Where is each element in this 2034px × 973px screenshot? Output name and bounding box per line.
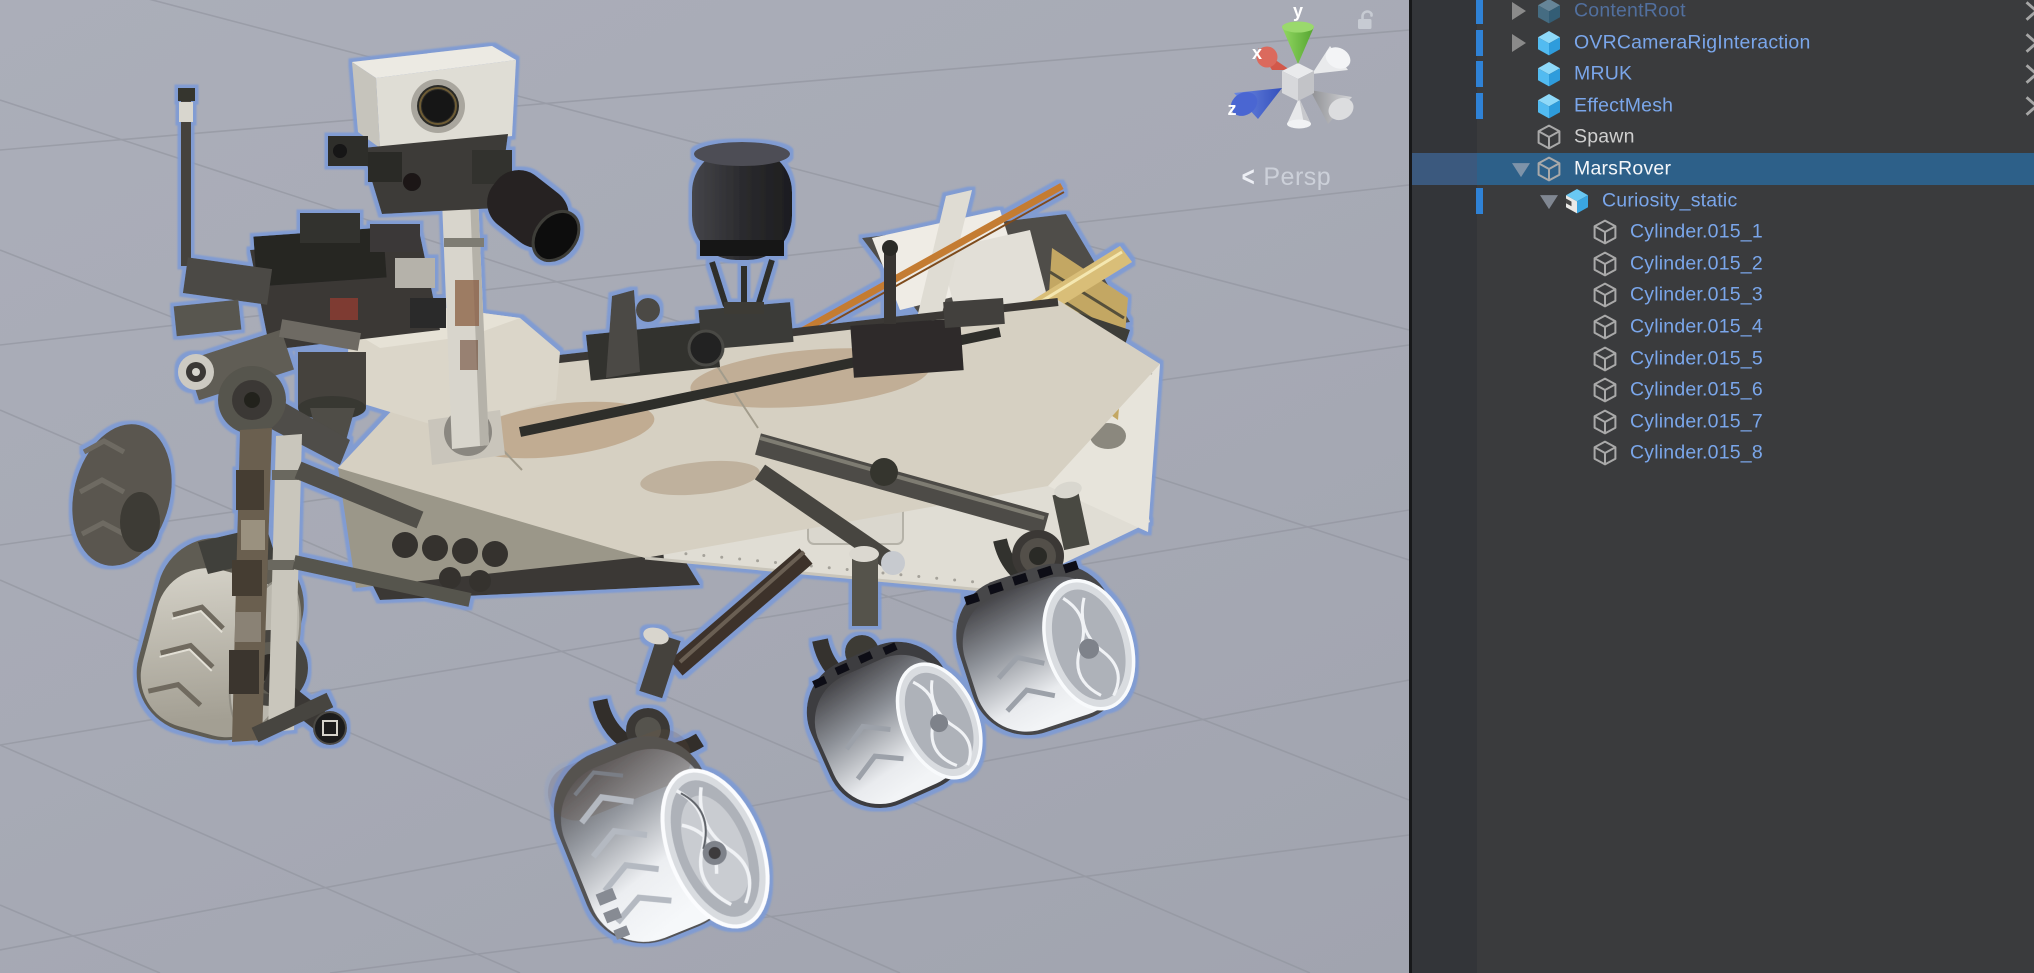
expander-arrow-icon[interactable] [1512,2,1526,20]
gameobject-icon [1591,439,1619,467]
gameobject-icon [1591,376,1619,404]
gameobject-icon [1591,218,1619,246]
object-label: Cylinder.015_6 [1630,379,1763,402]
scene-view[interactable]: y x z < Persp [0,0,1409,973]
hierarchy-row-curiosity_static[interactable]: Curiosity_static [1412,185,2034,217]
gameobject-icon [1535,123,1563,151]
hierarchy-row-cylinder.015_5[interactable]: Cylinder.015_5 [1412,343,2034,375]
rover-uhf-antenna[interactable] [692,142,792,314]
hierarchy-row-marsrover[interactable]: MarsRover [1412,153,2034,185]
expander-arrow-icon[interactable] [1512,34,1526,52]
gizmo-cube[interactable] [1282,63,1314,101]
gizmo-neg-x-axis[interactable] [1312,43,1354,74]
prefab-dim-icon [1535,0,1563,25]
object-label: Cylinder.015_8 [1630,442,1763,465]
gizmo-y-axis[interactable] [1282,22,1314,65]
object-label: Cylinder.015_5 [1630,347,1763,370]
object-label: MRUK [1574,63,1632,86]
object-label: Cylinder.015_2 [1630,252,1763,275]
gizmo-neg-y-axis[interactable] [1287,98,1311,129]
hierarchy-row-cylinder.015_6[interactable]: Cylinder.015_6 [1412,374,2034,406]
gizmo-neg-z-axis[interactable] [1310,90,1357,124]
projection-toggle[interactable]: < Persp [1240,163,1331,191]
hierarchy-row-ovrcamerariginteraction[interactable]: OVRCameraRigInteraction [1412,27,2034,59]
gameobject-icon [1591,250,1619,278]
object-label: Curiosity_static [1602,189,1737,212]
hierarchy-row-cylinder.015_2[interactable]: Cylinder.015_2 [1412,248,2034,280]
object-label: Spawn [1574,126,1635,149]
expander-arrow-icon[interactable] [1540,195,1558,209]
prefab-icon [1535,60,1563,88]
hierarchy-row-cylinder.015_7[interactable]: Cylinder.015_7 [1412,406,2034,438]
object-label: MarsRover [1574,157,1671,180]
hierarchy-row-cylinder.015_1[interactable]: Cylinder.015_1 [1412,216,2034,248]
prefab-override-bar [1476,30,1483,56]
expander-arrow-icon[interactable] [1512,163,1530,177]
hierarchy-panel: ContentRoot OVRCameraRigInteraction MRUK [1412,0,2034,973]
prefab-icon [1535,92,1563,120]
prefab-open-chevron-icon[interactable] [2024,31,2034,55]
rover-wheel-rear-left[interactable] [58,414,186,577]
persp-arrow-icon: < [1242,163,1255,191]
gizmo-z-label: z [1228,99,1237,119]
hierarchy-row-cylinder.015_3[interactable]: Cylinder.015_3 [1412,280,2034,312]
gameobject-icon [1591,281,1619,309]
hierarchy-row-cylinder.015_8[interactable]: Cylinder.015_8 [1412,438,2034,470]
prefab-open-chevron-icon[interactable] [2024,0,2034,23]
scene-gizmo[interactable]: y x z [1210,0,1410,150]
rover-wheel-front-left[interactable] [535,707,788,973]
hierarchy-row-spawn[interactable]: Spawn [1412,122,2034,154]
prefab-open-chevron-icon[interactable] [2024,62,2034,86]
object-label: Cylinder.015_7 [1630,410,1763,433]
prefab-override-bar [1476,61,1483,87]
prefab-override-bar [1476,0,1483,24]
prefab-override-bar [1476,188,1483,214]
object-label: Cylinder.015_1 [1630,221,1763,244]
object-label: EffectMesh [1574,94,1673,117]
prefab-icon [1535,29,1563,57]
gizmo-x-label: x [1252,43,1262,63]
hierarchy-row-cylinder.015_4[interactable]: Cylinder.015_4 [1412,311,2034,343]
lock-icon[interactable] [1352,6,1378,32]
prefab-open-chevron-icon[interactable] [2024,94,2034,118]
object-label: Cylinder.015_4 [1630,315,1763,338]
model-prefab-icon [1563,187,1591,215]
gizmo-y-label: y [1293,1,1303,21]
hierarchy-row-mruk[interactable]: MRUK [1412,58,2034,90]
rover-antenna-rod[interactable] [178,88,195,266]
gameobject-icon [1591,345,1619,373]
gameobject-icon [1535,155,1563,183]
gameobject-icon [1591,408,1619,436]
hierarchy-row-effectmesh[interactable]: EffectMesh [1412,90,2034,122]
object-label: Cylinder.015_3 [1630,284,1763,307]
persp-label: Persp [1263,165,1331,190]
unity-editor: y x z < Persp ContentRoot [0,0,2034,973]
prefab-override-bar [1476,93,1483,119]
object-label: ContentRoot [1574,0,1686,23]
rover-model[interactable] [0,0,1409,973]
gameobject-icon [1591,313,1619,341]
hierarchy-row-contentroot[interactable]: ContentRoot [1412,0,2034,27]
object-label: OVRCameraRigInteraction [1574,31,1811,54]
